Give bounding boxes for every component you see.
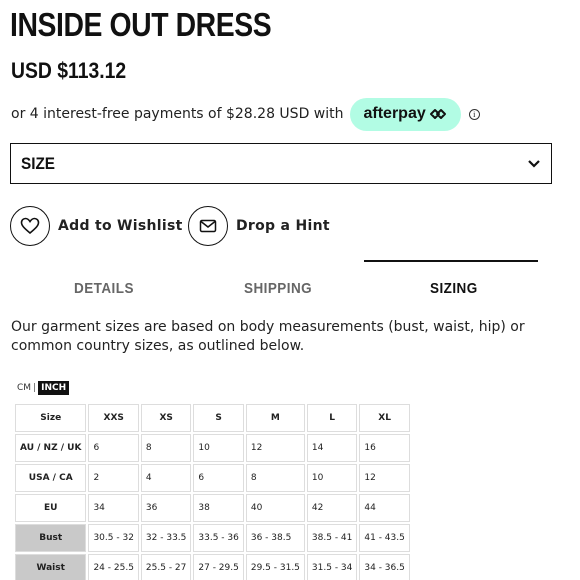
table-cell: 4 — [140, 464, 192, 492]
product-price: USD $113.12 — [11, 58, 127, 83]
info-icon[interactable]: i — [468, 108, 480, 120]
afterpay-badge[interactable]: afterpay — [349, 97, 461, 131]
row-label-au-nz-uk: AU / NZ / UK — [15, 434, 87, 462]
table-cell: 8 — [140, 434, 192, 462]
unit-inch-option[interactable]: INCH — [38, 381, 70, 395]
table-cell: 44 — [359, 494, 410, 522]
hint-circle — [188, 206, 228, 246]
unit-toggle: CM | INCH — [17, 381, 70, 395]
chevron-down-icon — [528, 159, 540, 168]
table-cell: 30.5 - 32 — [88, 524, 139, 552]
size-chart-header-cell: M — [245, 404, 305, 432]
table-cell: 40 — [245, 494, 305, 522]
table-cell: 38 — [193, 494, 244, 522]
row-label-usa-ca: USA / CA — [15, 464, 87, 492]
table-cell: 2 — [88, 464, 139, 492]
table-row: EU 34 36 38 40 42 44 — [15, 494, 410, 522]
hint-label: Drop a Hint — [236, 218, 330, 234]
table-cell: 16 — [359, 434, 410, 462]
table-row: AU / NZ / UK 6 8 10 12 14 16 — [15, 434, 410, 462]
table-cell: 34 - 36.5 — [359, 554, 410, 580]
sizing-description: Our garment sizes are based on body meas… — [11, 319, 525, 354]
table-cell: 31.5 - 34 — [306, 554, 358, 580]
afterpay-row: or 4 interest-free payments of $28.28 US… — [11, 97, 480, 131]
table-cell: 10 — [193, 434, 244, 462]
wishlist-label: Add to Wishlist — [58, 218, 183, 234]
table-cell: 29.5 - 31.5 — [245, 554, 305, 580]
afterpay-text: or 4 interest-free payments of $28.28 US… — [11, 106, 344, 122]
table-cell: 6 — [193, 464, 244, 492]
table-cell: 25.5 - 27 — [140, 554, 192, 580]
table-cell: 27 - 29.5 — [193, 554, 244, 580]
size-chart-table: Size XXS XS S M L XL AU / NZ / UK 6 8 10… — [13, 402, 412, 580]
heart-icon — [20, 217, 40, 235]
unit-separator: | — [33, 383, 37, 393]
row-label-waist: Waist — [15, 554, 87, 580]
unit-cm-option[interactable]: CM — [17, 383, 31, 393]
table-cell: 24 - 25.5 — [88, 554, 139, 580]
table-cell: 10 — [306, 464, 358, 492]
table-cell: 41 - 43.5 — [359, 524, 410, 552]
table-row: Waist 24 - 25.5 25.5 - 27 27 - 29.5 29.5… — [15, 554, 410, 580]
table-row: USA / CA 2 4 6 8 10 12 — [15, 464, 410, 492]
table-cell: 32 - 33.5 — [140, 524, 192, 552]
add-to-wishlist-button[interactable]: Add to Wishlist — [10, 206, 183, 246]
afterpay-loop-icon — [429, 109, 446, 119]
size-select[interactable]: SIZE — [10, 143, 552, 184]
table-cell: 42 — [306, 494, 358, 522]
size-chart-header-cell: XL — [359, 404, 410, 432]
tab-details[interactable]: DETAILS — [74, 280, 134, 297]
row-label-bust: Bust — [15, 524, 87, 552]
active-tab-indicator — [364, 260, 538, 262]
product-title: INSIDE OUT DRESS — [10, 6, 272, 43]
size-chart-header-cell: L — [306, 404, 358, 432]
size-chart-header-cell: XXS — [88, 404, 139, 432]
table-cell: 38.5 - 41 — [306, 524, 358, 552]
size-chart-header-row: Size XXS XS S M L XL — [15, 404, 410, 432]
envelope-icon — [199, 219, 217, 233]
wishlist-circle — [10, 206, 50, 246]
drop-a-hint-button[interactable]: Drop a Hint — [188, 206, 330, 246]
table-cell: 33.5 - 36 — [193, 524, 244, 552]
size-select-label: SIZE — [21, 153, 56, 173]
table-cell: 12 — [359, 464, 410, 492]
table-cell: 36 - 38.5 — [245, 524, 305, 552]
table-cell: 8 — [245, 464, 305, 492]
row-label-eu: EU — [15, 494, 87, 522]
table-cell: 14 — [306, 434, 358, 462]
afterpay-badge-label: afterpay — [363, 105, 426, 122]
size-chart-header-cell: S — [193, 404, 244, 432]
tab-shipping[interactable]: SHIPPING — [244, 280, 312, 297]
table-cell: 6 — [88, 434, 139, 462]
size-chart-header-cell: Size — [15, 404, 87, 432]
size-chart-header-cell: XS — [140, 404, 192, 432]
table-cell: 34 — [88, 494, 139, 522]
table-row: Bust 30.5 - 32 32 - 33.5 33.5 - 36 36 - … — [15, 524, 410, 552]
table-cell: 36 — [140, 494, 192, 522]
table-cell: 12 — [245, 434, 305, 462]
tab-sizing[interactable]: SIZING — [430, 280, 478, 297]
